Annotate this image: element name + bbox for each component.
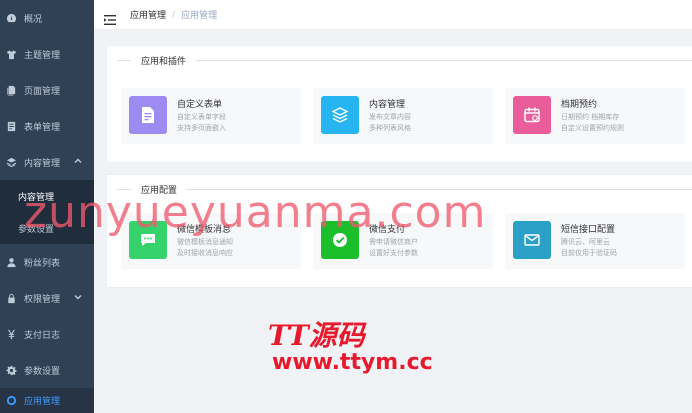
submenu-item-content[interactable]: 内容管理 bbox=[0, 180, 94, 212]
section-title: 应用和插件 bbox=[107, 46, 692, 74]
app-name: 内容管理 bbox=[369, 100, 406, 110]
submenu-item-label: 参数设置 bbox=[18, 224, 55, 235]
app-desc: 腾讯云、阿里云 bbox=[561, 238, 610, 246]
sidebar-item-payment-log[interactable]: 支付日志 bbox=[0, 316, 94, 352]
breadcrumb-current: 应用管理 bbox=[181, 11, 218, 21]
app-desc: 日期预约 档期库存 bbox=[561, 113, 620, 121]
app-card-sms-config[interactable]: 短信接口配置 腾讯云、阿里云 目前仅用于验证码 bbox=[505, 213, 685, 269]
form-icon bbox=[5, 120, 17, 132]
divider bbox=[196, 59, 692, 61]
gear-icon bbox=[5, 364, 17, 376]
sidebar: 概况 主题管理 页面管理 表单管理 内容管理 内容管理 参数设置 粉丝列表 权限… bbox=[0, 0, 94, 413]
app-desc: 自定义表单字段 bbox=[177, 113, 226, 121]
app-desc: 设置好支付参数 bbox=[369, 249, 418, 257]
divider bbox=[117, 59, 131, 61]
chevron-up-icon bbox=[74, 157, 82, 165]
sidebar-item-label: 粉丝列表 bbox=[24, 258, 61, 269]
form-doc-icon bbox=[129, 96, 167, 134]
sidebar-item-apps[interactable]: 应用管理 bbox=[0, 388, 94, 413]
apps-icon bbox=[5, 395, 17, 407]
section-apps-plugins: 应用和插件 自定义表单 自定义表单字段 支持多页面嵌入 内容管理 发布文章内容 … bbox=[106, 45, 692, 163]
app-name: 微信模板消息 bbox=[177, 225, 232, 235]
sidebar-item-label: 页面管理 bbox=[24, 86, 61, 97]
chat-icon bbox=[129, 221, 167, 259]
app-desc: 发布文章内容 bbox=[369, 113, 411, 121]
submenu-item-params[interactable]: 参数设置 bbox=[0, 212, 94, 244]
app-name: 自定义表单 bbox=[177, 100, 223, 110]
sidebar-item-content[interactable]: 内容管理 bbox=[0, 144, 94, 180]
yen-icon bbox=[5, 328, 17, 340]
app-card-wechat-template[interactable]: 微信模板消息 微信模板消息通知 及时接收消息响应 bbox=[121, 213, 301, 269]
app-desc: 微信模板消息通知 bbox=[177, 238, 233, 246]
sidebar-item-label: 权限管理 bbox=[24, 294, 61, 305]
lock-icon bbox=[5, 292, 17, 304]
app-card-custom-form[interactable]: 自定义表单 自定义表单字段 支持多页面嵌入 bbox=[121, 88, 301, 144]
app-card-booking[interactable]: 档期预约 日期预约 档期库存 自定义设置预约规则 bbox=[505, 88, 685, 144]
check-icon bbox=[321, 221, 359, 259]
sidebar-item-overview[interactable]: 概况 bbox=[0, 0, 94, 36]
submenu-item-label: 内容管理 bbox=[18, 192, 55, 203]
shirt-icon bbox=[5, 48, 17, 60]
sidebar-item-label: 参数设置 bbox=[24, 366, 61, 377]
sidebar-item-label: 主题管理 bbox=[24, 50, 61, 61]
pages-icon bbox=[5, 84, 17, 96]
section-app-config: 应用配置 微信模板消息 微信模板消息通知 及时接收消息响应 微信支付 需申请微信… bbox=[106, 174, 692, 288]
app-desc: 需申请微信商户 bbox=[369, 238, 418, 246]
user-icon bbox=[5, 256, 17, 268]
sidebar-item-forms[interactable]: 表单管理 bbox=[0, 108, 94, 144]
app-card-wechat-pay[interactable]: 微信支付 需申请微信商户 设置好支付参数 bbox=[313, 213, 493, 269]
app-card-content-management[interactable]: 内容管理 发布文章内容 多种列表风格 bbox=[313, 88, 493, 144]
hamburger-icon[interactable] bbox=[104, 10, 116, 25]
sidebar-item-label: 支付日志 bbox=[24, 330, 61, 341]
chevron-down-icon bbox=[74, 293, 82, 301]
app-name: 档期预约 bbox=[561, 100, 598, 110]
watermark-brand: TT源码 bbox=[268, 319, 365, 352]
divider bbox=[117, 188, 131, 190]
sidebar-item-permissions[interactable]: 权限管理 bbox=[0, 280, 94, 316]
sidebar-item-label: 内容管理 bbox=[24, 158, 61, 169]
section-title-text: 应用配置 bbox=[141, 185, 178, 196]
breadcrumb-separator: / bbox=[172, 9, 176, 20]
watermark-url: www.ttym.cc bbox=[272, 350, 433, 375]
layers-icon bbox=[321, 96, 359, 134]
section-title-text: 应用和插件 bbox=[141, 56, 187, 67]
sidebar-item-theme[interactable]: 主题管理 bbox=[0, 36, 94, 72]
sidebar-item-settings[interactable]: 参数设置 bbox=[0, 352, 94, 388]
app-desc: 多种列表风格 bbox=[369, 124, 411, 132]
calendar-icon bbox=[513, 96, 551, 134]
dashboard-icon bbox=[5, 12, 17, 24]
divider bbox=[187, 188, 692, 190]
sidebar-item-pages[interactable]: 页面管理 bbox=[0, 72, 94, 108]
breadcrumb-root[interactable]: 应用管理 bbox=[130, 8, 166, 21]
app-desc: 自定义设置预约规则 bbox=[561, 124, 624, 132]
app-name: 微信支付 bbox=[369, 225, 406, 235]
sidebar-item-label: 概况 bbox=[24, 14, 43, 25]
app-desc: 及时接收消息响应 bbox=[177, 249, 233, 257]
sidebar-item-label: 表单管理 bbox=[24, 122, 61, 133]
layers-icon bbox=[5, 156, 17, 168]
sidebar-item-label: 应用管理 bbox=[24, 397, 61, 407]
top-header: 应用管理 / 应用管理 bbox=[94, 0, 692, 30]
section-title: 应用配置 bbox=[107, 175, 692, 203]
app-desc: 目前仅用于验证码 bbox=[561, 249, 617, 257]
app-name: 短信接口配置 bbox=[561, 225, 616, 235]
mail-icon bbox=[513, 221, 551, 259]
sidebar-item-fans[interactable]: 粉丝列表 bbox=[0, 244, 94, 280]
app-desc: 支持多页面嵌入 bbox=[177, 124, 226, 132]
